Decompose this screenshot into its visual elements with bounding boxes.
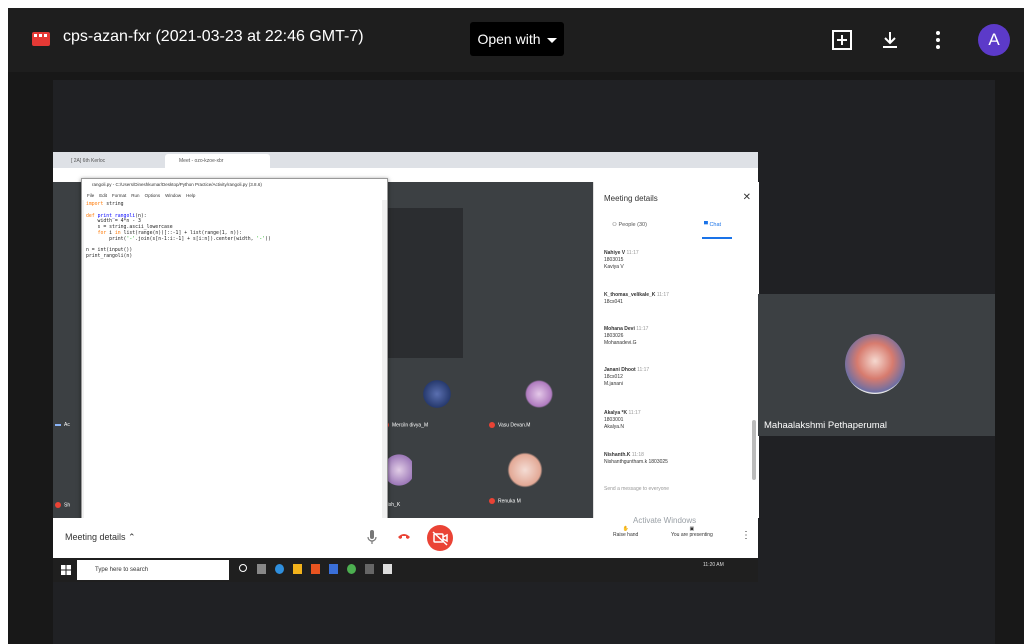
participant-name: Sh — [55, 502, 70, 508]
chrome-icon[interactable] — [347, 564, 356, 574]
cortana-icon[interactable] — [239, 564, 247, 572]
idle-menu-bar: File Edit Format Run Options Window Help — [82, 191, 387, 200]
chat-message: Janani Dhoot 11:17 18cs012 M.janani — [604, 367, 650, 387]
file-title: cps-azan-fxr (2021-03-23 at 22:46 GMT-7) — [63, 28, 364, 45]
idle-title: rangoli.py - C:/Users/Dineshkumar/Deskto… — [82, 179, 387, 191]
camera-off-icon — [432, 531, 448, 546]
raise-hand-button[interactable]: ✋ Raise hand — [613, 526, 638, 538]
meeting-details-toggle[interactable]: Meeting details ⌃ — [65, 532, 136, 543]
viewer-top-bar: cps-azan-fxr (2021-03-23 at 22:46 GMT-7)… — [8, 8, 1024, 72]
idle-app-icon[interactable] — [383, 564, 392, 574]
menu-run[interactable]: Run — [131, 193, 139, 198]
avatar — [421, 378, 453, 410]
participant-name: rish_K — [386, 502, 401, 508]
caret-down-icon — [546, 37, 557, 43]
menu-format[interactable]: Format — [112, 193, 126, 198]
presenting-button[interactable]: ▣ You are presenting — [671, 526, 713, 538]
app-icon[interactable] — [365, 564, 374, 574]
meet-bottom-bar: Meeting details ⌃ ✋ Raise hand Activate W… — [53, 516, 758, 558]
avatar — [845, 334, 905, 394]
chat-input[interactable]: Send a message to everyone — [604, 486, 669, 492]
task-view-icon[interactable] — [257, 564, 266, 574]
camera-off-button[interactable] — [427, 525, 453, 551]
menu-window[interactable]: Window — [165, 193, 181, 198]
video-viewer: cps-azan-fxr (2021-03-23 at 22:46 GMT-7)… — [8, 8, 1024, 644]
chat-message: K_thomas_velikale_K 11:17 18cs041 — [604, 292, 669, 305]
taskbar-clock: 11:20 AM — [703, 562, 724, 568]
video-frame[interactable]: [ 2A] 6th Kerloc Meet - ozo-kzoe-xbr Mer… — [53, 80, 995, 644]
microphone-icon[interactable] — [367, 530, 377, 544]
participant-name: Merciln divya_M — [383, 422, 428, 428]
participant-name: Mahaalakshmi Pethaperumal — [764, 420, 888, 431]
participant-tile-right: Mahaalakshmi Pethaperumal — [758, 294, 995, 436]
participant-name: Ac — [55, 422, 70, 428]
code-editor[interactable]: import string def print_rangoli(n): widt… — [84, 200, 382, 520]
chat-message: Akalya *K 11:17 1803001 Akalya.N — [604, 410, 641, 430]
tab-people[interactable]: ⚇ People (30) — [612, 222, 647, 228]
participant-name: Renuka M — [489, 498, 521, 504]
tab-chat[interactable]: ▀ Chat — [704, 222, 721, 228]
windows-taskbar: Type here to search 11:20 AM — [53, 558, 758, 582]
panel-tabs: ⚇ People (30) ▀ Chat — [594, 220, 759, 238]
avatar — [386, 448, 412, 492]
app-icon[interactable] — [329, 564, 338, 574]
menu-file[interactable]: File — [87, 193, 94, 198]
windows-start-icon[interactable] — [61, 565, 71, 575]
download-icon[interactable] — [878, 28, 902, 52]
menu-options[interactable]: Options — [145, 193, 161, 198]
chat-message: Mohana Devi 11:17 1803026 Mohanadevi.G — [604, 326, 649, 346]
browser-tab-strip: [ 2A] 6th Kerloc Meet - ozo-kzoe-xbr — [53, 152, 758, 168]
more-options-icon[interactable] — [926, 28, 950, 52]
menu-edit[interactable]: Edit — [99, 193, 107, 198]
app-icon[interactable] — [311, 564, 320, 574]
taskbar-search[interactable]: Type here to search — [77, 560, 229, 580]
avatar — [505, 450, 545, 490]
idle-editor-window: rangoli.py - C:/Users/Dineshkumar/Deskto… — [81, 178, 388, 530]
close-icon[interactable]: ✕ — [743, 192, 751, 203]
video-file-icon — [32, 32, 50, 46]
browser-tab-active: Meet - ozo-kzoe-xbr — [165, 154, 270, 168]
edge-icon[interactable] — [275, 564, 284, 574]
open-with-label: Open with — [477, 31, 541, 47]
avatar — [523, 378, 555, 410]
hang-up-icon[interactable] — [397, 531, 411, 541]
active-tab-indicator — [702, 237, 732, 239]
shared-screen: [ 2A] 6th Kerloc Meet - ozo-kzoe-xbr Mer… — [53, 152, 759, 582]
activate-windows-watermark: Activate Windows — [633, 516, 697, 525]
menu-help[interactable]: Help — [186, 193, 195, 198]
meeting-details-panel: Meeting details ✕ ⚇ People (30) ▀ Chat N… — [593, 182, 759, 518]
more-icon[interactable]: ⋮ — [741, 530, 751, 541]
add-to-drive-icon[interactable] — [830, 28, 854, 52]
file-explorer-icon[interactable] — [293, 564, 302, 574]
browser-tab: [ 2A] 6th Kerloc — [71, 158, 106, 164]
open-with-button[interactable]: Open with — [470, 22, 564, 56]
chat-message: Nishanth.K 11:18 Nishanthguntham.k 18030… — [604, 452, 668, 465]
participant-name: Vasu Devan.M — [489, 422, 530, 428]
chat-message: Nahiye V 11:17 1803015 Kaviya V — [604, 250, 639, 270]
chat-scrollbar[interactable] — [752, 420, 756, 480]
account-avatar[interactable]: A — [978, 24, 1010, 56]
panel-title: Meeting details — [604, 194, 658, 203]
